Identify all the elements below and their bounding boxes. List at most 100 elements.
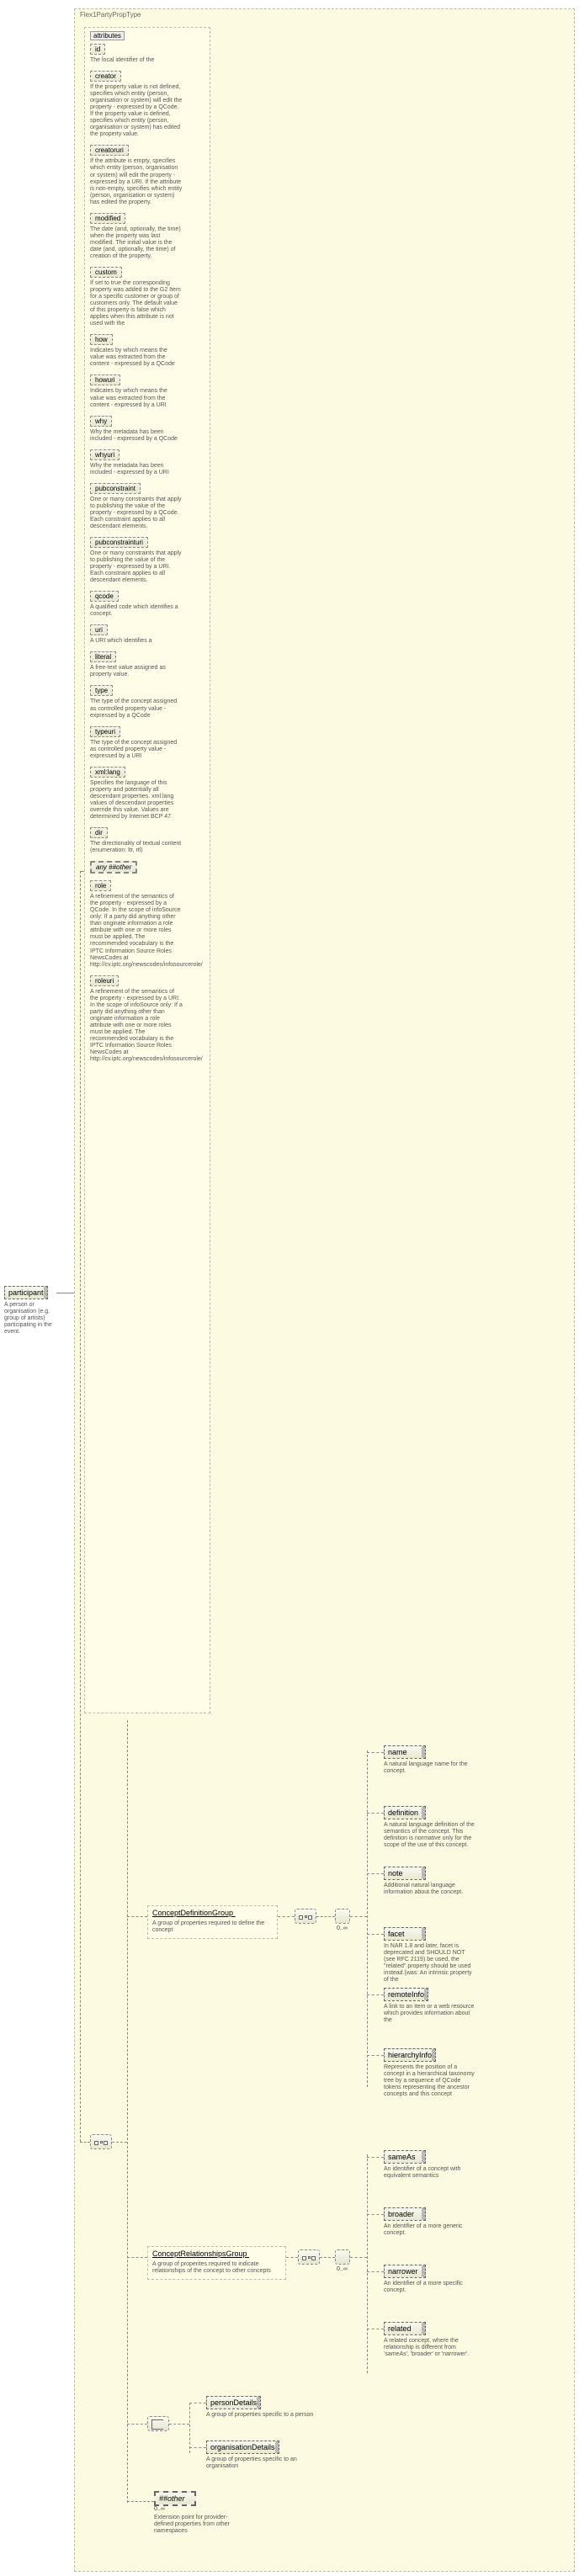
attribute-item: any ##other [90, 861, 205, 874]
attribute-name[interactable]: modified [90, 213, 125, 224]
sequence-compositor-icon [90, 2134, 112, 2149]
child-element-box[interactable]: narrower [384, 2265, 426, 2278]
group-cdg-desc: A group of properties required to define… [152, 1920, 270, 1934]
attribute-name[interactable]: uri [90, 624, 108, 635]
attributes-label: attributes [90, 31, 125, 40]
child-element-desc: In NAR 1.8 and later, facet is deprecate… [384, 1943, 476, 1984]
child-element-box[interactable]: remoteInfo [384, 1988, 428, 2001]
child-element: sameAs An identifier of a concept with eq… [384, 2150, 476, 2180]
attribute-name[interactable]: qcode [90, 591, 119, 602]
attribute-item: xml:lang Specifies the language of this p… [90, 767, 205, 821]
attribute-item: customIf set to true the corresponding p… [90, 267, 205, 327]
child-element-desc: An identifier of a more specific concept… [384, 2281, 476, 2294]
child-element: noteAdditional natural language informat… [384, 1867, 476, 1896]
child-element: hierarchyInfo Represents the position of … [384, 2048, 476, 2098]
child-element-box[interactable]: sameAs [384, 2150, 426, 2164]
attribute-name[interactable]: typeuri [90, 726, 120, 737]
child-element-box[interactable]: facet [384, 1927, 426, 1941]
child-element-desc: Represents the position of a concept in … [384, 2064, 476, 2098]
attribute-name[interactable]: type [90, 685, 113, 696]
child-element-desc: A natural language name for the concept. [384, 1761, 476, 1775]
attribute-desc: Specifies the language of this property … [90, 780, 183, 821]
attribute-desc: A qualified code which identifies a conc… [90, 604, 183, 618]
child-element: name A natural language name for the conc… [384, 1745, 476, 1775]
any-other-box[interactable]: ##other [154, 2491, 196, 2506]
stripe-icon [432, 2049, 435, 2061]
stripe-icon [237, 1909, 241, 1918]
child-element-desc: A link to an item or a web resource whic… [384, 2004, 476, 2024]
attribute-desc: Indicates by which means the value was e… [90, 348, 183, 368]
connector [316, 1916, 335, 1917]
group-cdg-title[interactable]: ConceptDefinitionGroup [152, 1909, 241, 1917]
attribute-name[interactable]: whyuri [90, 449, 120, 460]
connector [350, 1916, 367, 1917]
connector [189, 2403, 190, 2453]
attribute-name[interactable]: pubconstraint [90, 483, 141, 494]
attribute-desc: A refinement of the semantics of the pro… [90, 894, 183, 969]
root-element: participant A person or organisation (e.… [4, 1286, 56, 1336]
child-element-box[interactable]: definition [384, 1806, 426, 1819]
group-crg-desc: A group of properites required to indica… [152, 2261, 279, 2275]
group-crg: ConceptRelationshipsGroup A group of pro… [147, 2246, 286, 2280]
attribute-name[interactable]: creatoruri [90, 145, 129, 156]
connector [320, 2257, 335, 2258]
attribute-name[interactable]: custom [90, 267, 122, 278]
sequence-compositor-icon [298, 2249, 320, 2265]
attribute-name[interactable]: pubconstrainturi [90, 537, 148, 548]
child-element: narrower An identifier of a more specific… [384, 2265, 476, 2294]
group-crg-title[interactable]: ConceptRelationshipsGroup [152, 2249, 254, 2258]
child-element-box[interactable]: related [384, 2322, 426, 2335]
child-element-box[interactable]: broader [384, 2207, 426, 2221]
child-element: broaderAn identifier of a more generic c… [384, 2207, 476, 2237]
attribute-item: modifiedThe date (and, optionally, the t… [90, 213, 205, 260]
sequence-compositor-icon [295, 1909, 316, 1924]
choice-child-element: organisationDetailsA group of properties… [206, 2441, 324, 2470]
connector [367, 1934, 384, 1935]
any-other-label: ##other [159, 2494, 185, 2503]
child-element-box[interactable]: hierarchyInfo [384, 2048, 436, 2062]
attribute-item: roleuri A refinement of the semantics of … [90, 975, 205, 1064]
choice-child-box[interactable]: personDetails [206, 2396, 261, 2409]
child-element-desc: An identifier of a concept with equivale… [384, 2166, 476, 2180]
stripe-icon [251, 2250, 254, 2259]
attribute-desc: A refinement of the semantics of the pro… [90, 989, 183, 1064]
attribute-desc: Why the metadata has been included - exp… [90, 463, 183, 476]
attribute-item: type The type of the concept assigned as … [90, 685, 205, 719]
attribute-desc: The local identifier of the [90, 57, 183, 64]
connector [367, 2157, 384, 2158]
connector [367, 2154, 368, 2373]
attribute-name[interactable]: why [90, 416, 112, 427]
attribute-desc: A URI which identifies a [90, 638, 183, 645]
any-other-element: ##other 0..∞ Extension point for provide… [154, 2491, 247, 2535]
attribute-item: whyuri Why the metadata has been included… [90, 449, 205, 476]
attribute-name[interactable]: any ##other [90, 861, 137, 874]
choice-child-box[interactable]: organisationDetails [206, 2441, 279, 2454]
attribute-name[interactable]: role [90, 880, 111, 891]
connector [278, 1916, 295, 1917]
connector [350, 2257, 367, 2258]
participant-box[interactable]: participant [4, 1286, 48, 1299]
attribute-item: pubconstrainturiOne or many constraints … [90, 537, 205, 584]
attribute-name[interactable]: dir [90, 827, 108, 838]
attribute-item: literalA free-text value assigned as pro… [90, 651, 205, 678]
child-element: remoteInfo A link to an item or a web res… [384, 1988, 476, 2024]
attribute-item: id The local identifier of the [90, 44, 205, 64]
attribute-name[interactable]: literal [90, 651, 116, 662]
attribute-name[interactable]: roleuri [90, 975, 119, 986]
connector [112, 2142, 127, 2143]
child-element-box[interactable]: note [384, 1867, 426, 1880]
attribute-name[interactable]: xml:lang [90, 767, 125, 778]
connector [367, 2271, 384, 2272]
choice-child-desc: A group of properties specific to a pers… [206, 2412, 313, 2419]
connector [80, 871, 81, 2142]
group-marker-icon [335, 2249, 350, 2265]
attribute-name[interactable]: how [90, 334, 113, 345]
connector [367, 2055, 384, 2056]
attribute-name[interactable]: id [90, 44, 105, 55]
attribute-desc: The type of the concept assigned as cont… [90, 698, 183, 719]
stripe-icon [44, 1287, 47, 1299]
attribute-name[interactable]: creator [90, 71, 121, 82]
attribute-desc: If the property value is not defined, sp… [90, 84, 183, 138]
attribute-name[interactable]: howuri [90, 374, 120, 385]
child-element-box[interactable]: name [384, 1745, 426, 1759]
